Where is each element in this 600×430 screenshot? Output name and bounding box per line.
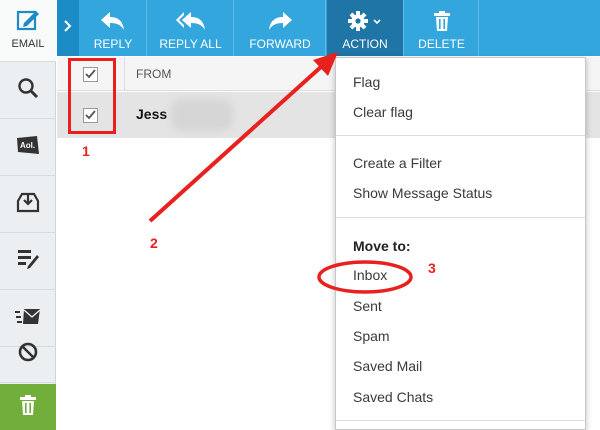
inbox-download-icon [16, 191, 40, 218]
reply-icon [100, 10, 126, 32]
menu-item-show-message-status[interactable]: Show Message Status [353, 185, 492, 201]
menu-item-sent[interactable]: Sent [353, 298, 382, 314]
reply-all-icon [175, 10, 207, 32]
action-dropdown-menu: Flag Clear flag Create a Filter Show Mes… [335, 57, 586, 430]
block-icon [17, 341, 39, 368]
menu-item-saved-mail[interactable]: Saved Mail [353, 358, 422, 374]
reply-all-button[interactable]: REPLY ALL [148, 0, 234, 56]
trash-icon [19, 394, 37, 420]
trash-icon [433, 10, 451, 32]
email-nav-button[interactable]: EMAIL [0, 0, 56, 62]
annotation-number-1: 1 [82, 143, 90, 159]
gear-icon [347, 10, 383, 32]
forward-icon [267, 10, 293, 32]
chevron-right-icon [64, 19, 72, 37]
forward-label: FORWARD [249, 37, 311, 51]
redacted-blur [171, 99, 233, 131]
email-nav-label: EMAIL [11, 38, 45, 50]
annotation-number-3: 3 [428, 260, 436, 276]
menu-item-spam[interactable]: Spam [353, 328, 390, 344]
annotation-highlight-box [68, 58, 116, 134]
search-icon [17, 77, 39, 104]
move-to-heading: Move to: [353, 238, 411, 254]
annotation-number-2: 2 [150, 235, 158, 251]
menu-item-flag[interactable]: Flag [353, 74, 380, 90]
action-button[interactable]: ACTION [327, 0, 404, 56]
menu-separator [336, 217, 585, 218]
inbox-button[interactable] [0, 177, 56, 233]
aol-logo-icon: Aol. [15, 134, 41, 161]
delete-label: DELETE [418, 37, 465, 51]
block-button[interactable] [0, 327, 56, 383]
compose-email-icon [16, 8, 40, 37]
left-rail: EMAIL Aol. [0, 0, 56, 430]
menu-item-clear-flag[interactable]: Clear flag [353, 104, 413, 120]
menu-item-create-filter[interactable]: Create a Filter [353, 155, 442, 171]
delete-button[interactable]: DELETE [405, 0, 479, 56]
from-column-header[interactable]: FROM [136, 67, 171, 81]
svg-text:Aol.: Aol. [20, 141, 35, 150]
action-label: ACTION [342, 37, 388, 51]
column-divider [124, 57, 125, 91]
reply-button[interactable]: REPLY [80, 0, 147, 56]
compose-button[interactable] [0, 234, 56, 290]
toolbar: REPLY REPLY ALL FORWARD ACTION DELETE [57, 0, 600, 56]
trash-button[interactable] [0, 384, 56, 430]
search-button[interactable] [0, 63, 56, 119]
sender-name: Jess [136, 106, 168, 122]
menu-separator [336, 420, 585, 421]
aol-home-button[interactable]: Aol. [0, 120, 56, 176]
reply-label: REPLY [93, 37, 133, 51]
expand-toggle[interactable] [57, 0, 79, 56]
menu-item-inbox[interactable]: Inbox [353, 267, 387, 283]
compose-icon [16, 248, 40, 275]
menu-separator [336, 135, 585, 136]
forward-button[interactable]: FORWARD [235, 0, 326, 56]
menu-item-saved-chats[interactable]: Saved Chats [353, 389, 433, 405]
reply-all-label: REPLY ALL [159, 37, 222, 51]
